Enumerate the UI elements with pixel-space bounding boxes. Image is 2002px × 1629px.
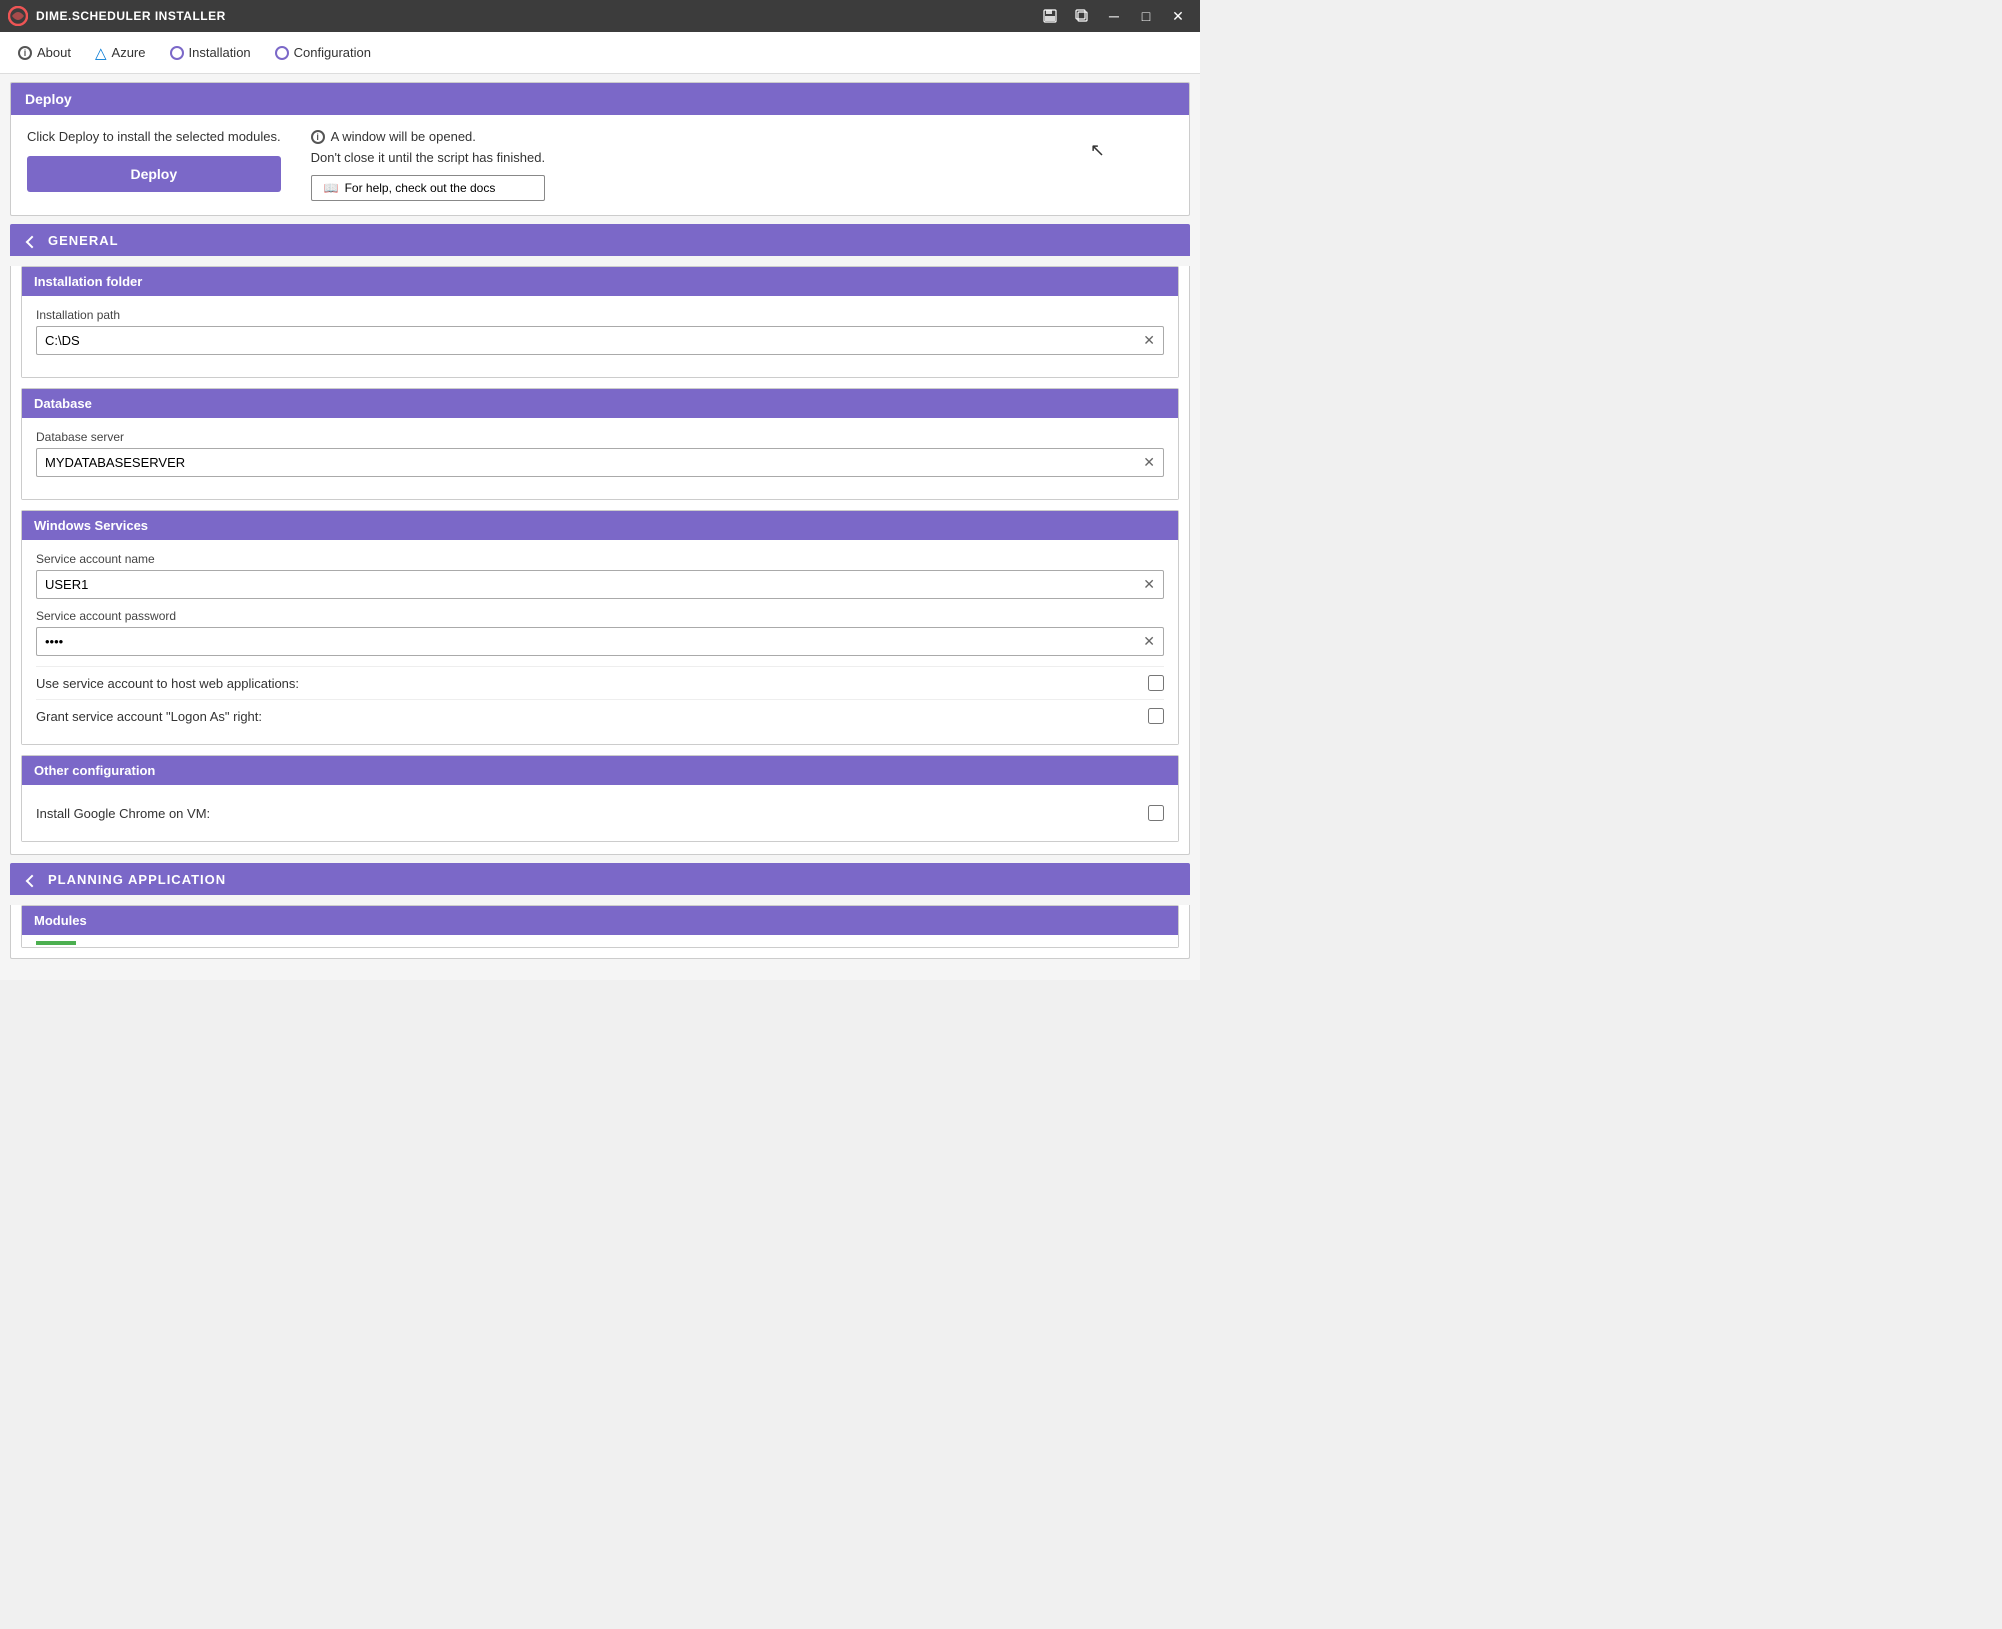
azure-icon: △ [95, 44, 107, 62]
planning-application-header: PLANNING APPLICATION [10, 863, 1190, 895]
planning-application-section: PLANNING APPLICATION Modules [10, 863, 1190, 959]
deploy-title: Deploy [25, 91, 72, 107]
modules-header: Modules [22, 906, 1178, 935]
windows-services-header: Windows Services [22, 511, 1178, 540]
installation-folder-subsection: Installation folder Installation path ✕ [21, 266, 1179, 378]
account-name-field-group: Service account name ✕ [36, 552, 1164, 599]
windows-services-title: Windows Services [34, 518, 148, 533]
copy-icon-btn[interactable] [1068, 4, 1096, 28]
circle-icon-configuration [275, 46, 289, 60]
deploy-info-line2: Don't close it until the script has fini… [311, 150, 545, 165]
deploy-left-panel: Click Deploy to install the selected mod… [27, 129, 281, 192]
book-icon: 📖 [324, 181, 339, 195]
docs-button-label: For help, check out the docs [345, 181, 496, 195]
database-header: Database [22, 389, 1178, 418]
other-config-body: Install Google Chrome on VM: [22, 785, 1178, 841]
title-bar: DIME.SCHEDULER INSTALLER ─ □ ✕ [0, 0, 1200, 32]
modules-body [22, 935, 1178, 947]
install-chrome-checkbox[interactable] [1148, 805, 1164, 821]
database-body: Database server ✕ [22, 418, 1178, 499]
database-title: Database [34, 396, 92, 411]
other-config-title: Other configuration [34, 763, 155, 778]
nav-item-installation[interactable]: Installation [160, 39, 261, 66]
database-server-clear-button[interactable]: ✕ [1135, 450, 1163, 475]
general-chevron-up-icon [24, 232, 40, 248]
deploy-button[interactable]: Deploy [27, 156, 281, 192]
main-content: ↖ Deploy Click Deploy to install the sel… [0, 74, 1200, 980]
database-server-input-wrap: ✕ [36, 448, 1164, 477]
nav-label-azure: Azure [112, 45, 146, 60]
installation-folder-title: Installation folder [34, 274, 142, 289]
modules-subsection: Modules [21, 905, 1179, 948]
app-logo-icon [8, 6, 28, 26]
account-password-label: Service account password [36, 609, 1164, 623]
save-icon-btn[interactable] [1036, 4, 1064, 28]
deploy-info-text2: Don't close it until the script has fini… [311, 150, 545, 165]
general-section: GENERAL Installation folder Installation… [10, 224, 1190, 855]
general-section-label: GENERAL [48, 233, 119, 248]
planning-application-body: Modules [10, 905, 1190, 959]
maximize-button[interactable]: □ [1132, 4, 1160, 28]
database-server-field-group: Database server ✕ [36, 430, 1164, 477]
deploy-instruction-text: Click Deploy to install the selected mod… [27, 129, 281, 144]
deploy-info-text1: A window will be opened. [331, 129, 476, 144]
window-controls: ─ □ ✕ [1036, 4, 1192, 28]
nav-item-azure[interactable]: △ Azure [85, 38, 156, 68]
database-subsection: Database Database server ✕ [21, 388, 1179, 500]
account-password-field-group: Service account password ✕ [36, 609, 1164, 656]
circle-icon-installation [170, 46, 184, 60]
general-section-body: Installation folder Installation path ✕ … [10, 266, 1190, 855]
grant-logon-label: Grant service account "Logon As" right: [36, 709, 262, 724]
deploy-header: Deploy [11, 83, 1189, 115]
account-name-input-wrap: ✕ [36, 570, 1164, 599]
use-service-account-row: Use service account to host web applicat… [36, 666, 1164, 699]
general-section-header: GENERAL [10, 224, 1190, 256]
nav-label-installation: Installation [189, 45, 251, 60]
navigation-bar: i About △ Azure Installation Configurati… [0, 32, 1200, 74]
account-name-clear-button[interactable]: ✕ [1135, 572, 1163, 597]
deploy-section: Deploy Click Deploy to install the selec… [10, 82, 1190, 216]
installation-path-field-group: Installation path ✕ [36, 308, 1164, 355]
nav-item-configuration[interactable]: Configuration [265, 39, 381, 66]
planning-chevron-up-icon [24, 871, 40, 887]
installation-path-label: Installation path [36, 308, 1164, 322]
window-title: DIME.SCHEDULER INSTALLER [36, 9, 226, 23]
grant-logon-row: Grant service account "Logon As" right: [36, 699, 1164, 732]
windows-services-subsection: Windows Services Service account name ✕ … [21, 510, 1179, 745]
database-server-label: Database server [36, 430, 1164, 444]
other-config-subsection: Other configuration Install Google Chrom… [21, 755, 1179, 842]
other-config-header: Other configuration [22, 756, 1178, 785]
use-service-account-label: Use service account to host web applicat… [36, 676, 299, 691]
windows-services-body: Service account name ✕ Service account p… [22, 540, 1178, 744]
nav-item-about[interactable]: i About [8, 39, 81, 66]
minimize-button[interactable]: ─ [1100, 4, 1128, 28]
installation-folder-header: Installation folder [22, 267, 1178, 296]
installation-path-input-wrap: ✕ [36, 326, 1164, 355]
info-icon: i [18, 46, 32, 60]
deploy-right-panel: i A window will be opened. Don't close i… [311, 129, 545, 201]
grant-logon-checkbox[interactable] [1148, 708, 1164, 724]
planning-section-label: PLANNING APPLICATION [48, 872, 226, 887]
use-service-account-checkbox[interactable] [1148, 675, 1164, 691]
deploy-info-line1: i A window will be opened. [311, 129, 545, 144]
installation-path-clear-button[interactable]: ✕ [1135, 328, 1163, 353]
account-password-input-wrap: ✕ [36, 627, 1164, 656]
install-chrome-label: Install Google Chrome on VM: [36, 806, 210, 821]
modules-title: Modules [34, 913, 87, 928]
info-circle-icon: i [311, 130, 325, 144]
deploy-body: Click Deploy to install the selected mod… [11, 115, 1189, 215]
account-password-clear-button[interactable]: ✕ [1135, 629, 1163, 654]
install-chrome-row: Install Google Chrome on VM: [36, 797, 1164, 829]
nav-label-about: About [37, 45, 71, 60]
account-password-input[interactable] [37, 628, 1135, 655]
installation-path-input[interactable] [37, 327, 1135, 354]
database-server-input[interactable] [37, 449, 1135, 476]
docs-button[interactable]: 📖 For help, check out the docs [311, 175, 545, 201]
account-name-input[interactable] [37, 571, 1135, 598]
nav-label-configuration: Configuration [294, 45, 371, 60]
account-name-label: Service account name [36, 552, 1164, 566]
close-button[interactable]: ✕ [1164, 4, 1192, 28]
installation-folder-body: Installation path ✕ [22, 296, 1178, 377]
modules-progress-bar [36, 941, 76, 945]
